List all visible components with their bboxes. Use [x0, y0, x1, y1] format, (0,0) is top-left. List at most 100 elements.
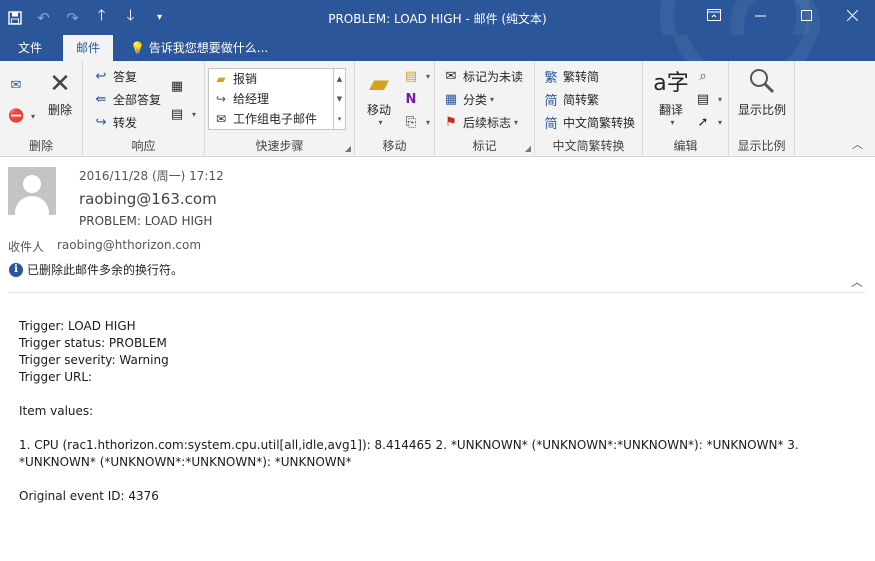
group-label-delete: 删除 — [28, 139, 53, 153]
quick-steps-scrollbar[interactable]: ▲ ▼ ▾ — [333, 69, 345, 129]
onenote-button[interactable]: N — [403, 88, 423, 110]
meeting-button[interactable]: ▦ — [169, 75, 189, 97]
rules-icon: ▤ — [404, 68, 418, 84]
collapse-ribbon-icon[interactable]: ︿ — [852, 136, 863, 152]
close-icon[interactable] — [829, 0, 875, 30]
group-zoom: 显示比例 显示比例 — [729, 61, 795, 157]
related-button[interactable]: ▤ ▾ — [695, 88, 722, 110]
mark-unread-button[interactable]: ✉ 标记为未读 — [443, 65, 523, 87]
forward-to-manager-icon: ↪ — [215, 92, 227, 106]
reply-label: 答复 — [113, 69, 138, 84]
traditional-icon: 繁 — [544, 70, 558, 86]
group-label-quick-steps: 快速步骤 — [255, 139, 304, 153]
reply-button[interactable]: ↩ 答复 — [93, 65, 137, 87]
to-recipient[interactable]: raobing@hthorizon.com — [57, 238, 201, 252]
team-email-icon: ✉ — [215, 112, 227, 126]
group-chinese-conversion: 繁 繁转简 简 简转繁 简 中文简繁转换 中文简繁转换 — [535, 61, 643, 157]
tell-me-text: 告诉我您想要做什么... — [148, 41, 269, 55]
chevron-down-icon: ▾ — [718, 94, 723, 104]
document-icon: ▤ — [696, 91, 710, 107]
quick-step-label: 工作组电子邮件 — [233, 112, 318, 126]
reply-all-button[interactable]: ⇚ 全部答复 — [93, 88, 161, 110]
zoom-button[interactable]: 显示比例 — [732, 67, 792, 118]
minimize-icon[interactable] — [737, 0, 783, 30]
body-line: Original event ID: 4376 — [19, 489, 159, 503]
move-button[interactable]: ▰ 移动 ▾ — [361, 67, 397, 127]
rules-button[interactable]: ▤ ▾ — [403, 65, 430, 87]
folder-icon: ▰ — [216, 72, 226, 86]
search-icon: ⌕ — [699, 68, 707, 84]
follow-up-button[interactable]: ⚑ 后续标志 ▾ — [443, 111, 518, 133]
junk-button[interactable]: ⛔ ▾ — [8, 105, 35, 127]
forward-icon: ↪ — [95, 114, 107, 130]
quick-steps-gallery: ▰ 报销 ↪ 给经理 ✉ 工作组电子邮件 ▲ ▼ ▾ — [208, 68, 346, 130]
find-button[interactable]: ⌕ — [695, 65, 715, 87]
message-body[interactable]: Trigger: LOAD HIGH Trigger status: PROBL… — [19, 318, 839, 505]
group-label-respond: 响应 — [131, 139, 156, 153]
info-bar[interactable]: i 已删除此邮件多余的换行符。 — [9, 261, 183, 278]
move-button-label: 移动 — [366, 103, 391, 117]
maximize-icon[interactable] — [783, 0, 829, 30]
categorize-label: 分类 — [463, 92, 488, 107]
info-text: 已删除此邮件多余的换行符。 — [27, 263, 184, 277]
dialog-launcher-icon[interactable]: ◢ — [525, 144, 531, 153]
chevron-down-icon: ▾ — [31, 111, 36, 121]
group-label-tags: 标记 — [472, 139, 497, 153]
reply-all-label: 全部答复 — [113, 92, 162, 107]
chinese-conversion-label: 中文简繁转换 — [563, 115, 636, 130]
header-divider — [8, 292, 865, 293]
ribbon-display-options-icon[interactable] — [691, 0, 737, 30]
body-gap — [19, 420, 839, 437]
avatar — [8, 167, 56, 215]
body-line: 1. CPU (rac1.hthorizon.com:system.cpu.ut… — [19, 438, 799, 469]
tab-message[interactable]: 邮件 — [63, 35, 114, 61]
meeting-icon: ▦ — [170, 78, 184, 94]
body-line: Trigger URL: — [19, 370, 93, 384]
chevron-down-icon: ▾ — [514, 117, 519, 127]
group-label-chinese-conversion: 中文简繁转换 — [552, 139, 625, 153]
delete-button-label: 删除 — [47, 103, 72, 117]
tab-file[interactable]: 文件 — [5, 35, 55, 61]
simplified-to-traditional-button[interactable]: 简 简转繁 — [543, 88, 599, 110]
scroll-up-icon[interactable]: ▲ — [337, 75, 342, 83]
window-controls — [691, 0, 875, 30]
quick-step-label: 给经理 — [233, 92, 270, 106]
tell-me-search[interactable]: 💡 告诉我您想要做什么... — [130, 35, 268, 61]
junk-icon: ⛔ — [8, 108, 25, 124]
translate-button[interactable]: a字 翻译 ▾ — [651, 67, 691, 127]
ribbon: ✉ ⛔▾ ✕ 删除 删除 ↩ 答复 ⇚ 全部答复 ↪ 转发 ▦ ▤▾ 响应 — [0, 61, 875, 157]
actions-icon: ⎘ — [405, 114, 417, 130]
move-folder-icon: ▰ — [369, 69, 389, 99]
categorize-button[interactable]: ▦ 分类 ▾ — [443, 88, 494, 110]
chevron-down-icon: ▾ — [192, 109, 197, 119]
info-icon: i — [9, 262, 23, 277]
cursor-icon: ➚ — [697, 114, 709, 130]
select-button[interactable]: ➚ ▾ — [695, 111, 722, 133]
chinese-conversion-button[interactable]: 简 中文简繁转换 — [543, 111, 635, 133]
ignore-button[interactable]: ✉ — [8, 74, 28, 96]
quick-step-item[interactable]: ✉ 工作组电子邮件 — [209, 109, 345, 129]
dialog-launcher-icon[interactable]: ◢ — [345, 144, 351, 153]
collapse-header-icon[interactable]: ︿ — [851, 273, 863, 290]
traditional-to-simplified-button[interactable]: 繁 繁转简 — [543, 65, 599, 87]
quick-step-label: 报销 — [233, 72, 258, 86]
expand-gallery-icon[interactable]: ▾ — [338, 115, 342, 123]
group-delete: ✉ ⛔ ▾ ✕ 删除 删除 — [0, 61, 83, 157]
delete-button[interactable]: ✕ 删除 — [42, 67, 78, 118]
quick-step-item[interactable]: ↪ 给经理 — [209, 89, 345, 109]
sender-address[interactable]: raobing@163.com — [79, 190, 217, 208]
mark-unread-icon: ✉ — [445, 68, 457, 84]
body-line: Trigger: LOAD HIGH — [19, 319, 136, 333]
conversion-icon: 简 — [544, 116, 558, 132]
group-move: ▰ 移动 ▾ ▤ ▾ N ⎘ ▾ 移动 — [355, 61, 435, 157]
mark-unread-label: 标记为未读 — [463, 69, 524, 84]
actions-button[interactable]: ⎘ ▾ — [403, 111, 430, 133]
reply-all-icon: ⇚ — [95, 91, 107, 107]
body-line: Trigger status: PROBLEM — [19, 336, 167, 350]
chevron-down-icon: ▾ — [378, 118, 383, 127]
scroll-down-icon[interactable]: ▼ — [337, 95, 342, 103]
forward-button[interactable]: ↪ 转发 — [93, 111, 137, 133]
more-respond-button[interactable]: ▤ ▾ — [169, 103, 196, 125]
quick-step-item[interactable]: ▰ 报销 — [209, 69, 345, 89]
group-label-move: 移动 — [382, 139, 407, 153]
